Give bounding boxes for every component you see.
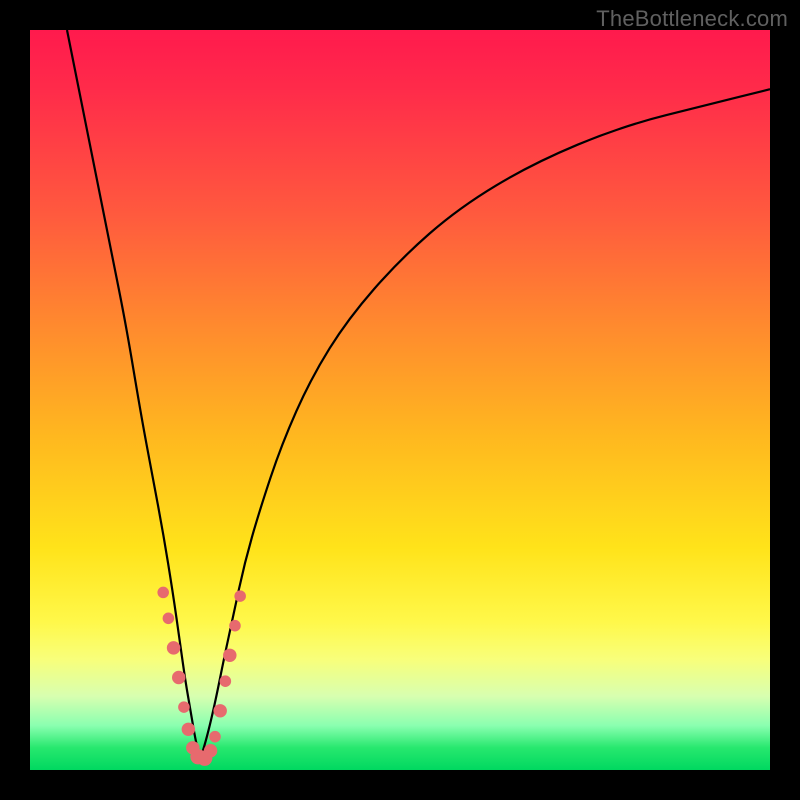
chart-frame: TheBottleneck.com (0, 0, 800, 800)
scatter-dot (163, 613, 175, 625)
curve-svg (30, 30, 770, 770)
right-branch-curve (200, 89, 770, 759)
scatter-dot (223, 649, 236, 662)
left-branch-curve (67, 30, 200, 759)
scatter-dot (182, 723, 195, 736)
scatter-dot (167, 641, 180, 654)
scatter-dot (234, 590, 246, 602)
scatter-dot (220, 675, 232, 687)
scatter-dot (172, 671, 185, 684)
scatter-dot (178, 701, 190, 713)
scatter-dot (213, 704, 226, 717)
scatter-dot (157, 587, 169, 599)
scatter-dot (204, 744, 217, 757)
plot-area (30, 30, 770, 770)
scatter-dot (229, 620, 241, 632)
scatter-dot (209, 731, 221, 743)
watermark-text: TheBottleneck.com (596, 6, 788, 32)
